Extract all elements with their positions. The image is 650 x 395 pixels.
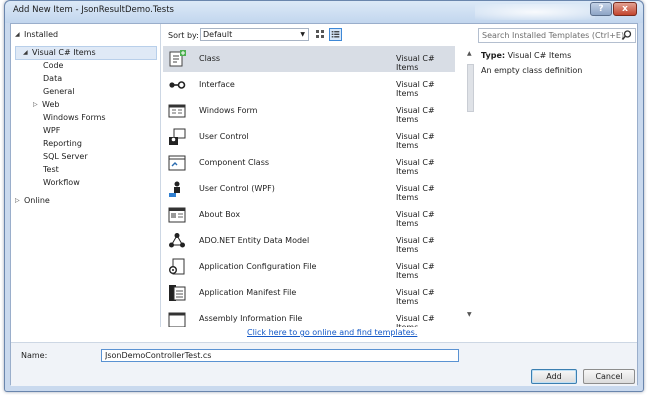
assembly-info-icon [168,312,186,327]
template-category: Visual C# Items [396,262,435,280]
search-placeholder: Search Installed Templates (Ctrl+E) [482,31,625,40]
sort-by-dropdown[interactable]: Default ▼ [200,28,309,41]
name-input[interactable] [101,349,459,362]
title-bar[interactable]: Add New Item - JsonResultDemo.Tests ? x [5,1,643,23]
cancel-button[interactable]: Cancel [583,369,635,384]
collapsed-arrow-icon[interactable]: ▷ [33,98,42,111]
scrollbar-thumb[interactable] [467,64,474,112]
name-label: Name: [21,351,48,360]
template-item-config-file[interactable]: Application Configuration File Visual C#… [163,254,455,280]
sort-by-label: Sort by: [168,31,199,40]
template-item-interface[interactable]: Interface Visual C# Items [163,72,455,98]
user-control-wpf-icon [169,181,180,197]
help-button[interactable]: ? [590,2,612,16]
tree-item-web[interactable]: ▷ Web [33,98,59,111]
search-input[interactable]: Search Installed Templates (Ctrl+E) [478,28,636,43]
template-item-entity-data-model[interactable]: ADO.NET Entity Data Model Visual C# Item… [163,228,455,254]
class-icon [169,50,186,67]
entity-data-model-icon [169,233,185,248]
template-category: Visual C# Items [396,132,435,150]
type-row: Type: Visual C# Items [481,51,571,60]
template-category: Visual C# Items [396,288,435,306]
about-box-icon [168,207,186,223]
template-category: Visual C# Items [396,210,435,228]
tree-item-test[interactable]: Test [43,163,59,176]
tree-item-general[interactable]: General [43,85,75,98]
interface-icon [169,81,186,89]
expanded-arrow-icon[interactable]: ◢ [15,28,24,41]
tree-item-label: Installed [24,30,59,39]
user-control-icon [169,128,186,145]
component-class-icon [168,155,186,171]
tree-item-windows-forms[interactable]: Windows Forms [43,111,106,124]
template-category: Visual C# Items [396,314,435,327]
chevron-down-icon: ▼ [300,31,305,38]
template-name: ADO.NET Entity Data Model [199,236,310,245]
template-description: An empty class definition [481,66,583,75]
type-value: Visual C# Items [507,51,572,60]
template-item-windows-form[interactable]: Windows Form Visual C# Items [163,98,455,124]
template-name: Application Manifest File [199,288,297,297]
collapsed-arrow-icon[interactable]: ▷ [15,194,24,207]
medium-icons-view-icon[interactable] [314,28,327,41]
tree-item-online[interactable]: ▷ Online [15,194,50,207]
expanded-arrow-icon[interactable]: ◢ [23,46,32,59]
template-list: Class Visual C# Items Interface Visual C… [163,46,455,327]
dialog-client-area: ◢ Installed ◢ Visual C# Items Code Data Ge… [10,23,638,386]
template-name: Assembly Information File [199,314,303,323]
bottom-panel: Name: Add Cancel [11,342,637,386]
tree-item-data[interactable]: Data [43,72,62,85]
template-name: Application Configuration File [199,262,317,271]
config-file-icon [169,258,185,275]
template-category: Visual C# Items [396,106,435,124]
windows-form-icon [168,104,186,118]
template-category: Visual C# Items [396,184,435,202]
template-name: User Control [199,132,249,141]
dialog-window: Add New Item - JsonResultDemo.Tests ? x … [4,0,644,392]
close-button[interactable]: x [613,2,637,16]
tree-item-reporting[interactable]: Reporting [43,137,82,150]
sort-toolbar: Sort by: Default ▼ [163,24,467,46]
template-category: Visual C# Items [396,80,435,98]
manifest-file-icon [169,285,186,301]
category-tree: ◢ Installed ◢ Visual C# Items Code Data Ge… [11,24,161,327]
template-item-user-control[interactable]: User Control Visual C# Items [163,124,455,150]
template-item-manifest-file[interactable]: Application Manifest File Visual C# Item… [163,280,455,306]
title-bar-glow [475,4,595,20]
tree-item-label: Visual C# Items [32,48,96,57]
sort-by-value: Default [203,30,233,39]
tree-item-installed[interactable]: ◢ Installed [15,28,58,41]
type-label: Type: [481,51,506,60]
template-list-scrollbar[interactable]: ▲ ▼ [465,50,477,318]
template-name: Class [199,54,221,63]
template-name: Interface [199,80,235,89]
search-icon[interactable] [621,30,632,41]
template-name: Windows Form [199,106,258,115]
scroll-down-arrow-icon[interactable]: ▼ [467,311,472,318]
template-item-class[interactable]: Class Visual C# Items [163,46,455,72]
template-item-user-control-wpf[interactable]: User Control (WPF) Visual C# Items [163,176,455,202]
template-category: Visual C# Items [396,54,435,72]
tree-item-label: Web [42,100,60,109]
window-title: Add New Item - JsonResultDemo.Tests [13,5,174,15]
template-category: Visual C# Items [396,236,435,254]
template-name: User Control (WPF) [199,184,275,193]
tree-item-sql-server[interactable]: SQL Server [43,150,88,163]
tree-item-label: Online [24,196,50,205]
tree-item-visual-cs-items[interactable]: ◢ Visual C# Items [23,46,96,59]
add-button[interactable]: Add [531,369,577,384]
tree-item-wpf[interactable]: WPF [43,124,60,137]
template-item-about-box[interactable]: About Box Visual C# Items [163,202,455,228]
template-item-component-class[interactable]: Component Class Visual C# Items [163,150,455,176]
template-item-assembly-info[interactable]: Assembly Information File Visual C# Item… [163,306,455,327]
tree-item-workflow[interactable]: Workflow [43,176,80,189]
template-category: Visual C# Items [396,158,435,176]
list-view-icon[interactable] [329,28,342,41]
go-online-link[interactable]: Click here to go online and find templat… [247,328,417,337]
tree-item-code[interactable]: Code [43,59,63,72]
template-name: About Box [199,210,241,219]
template-name: Component Class [199,158,270,167]
scroll-up-arrow-icon[interactable]: ▲ [467,50,472,57]
